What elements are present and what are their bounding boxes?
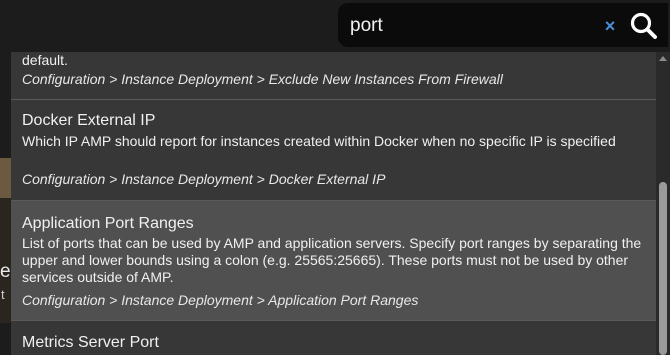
result-item-highlighted[interactable]: Application Port Ranges List of ports th… [11, 201, 656, 321]
search-icon [630, 12, 657, 39]
scroll-up-arrow-icon[interactable] [659, 56, 667, 61]
result-description: List of ports that can be used by AMP an… [22, 235, 642, 285]
search-button[interactable] [628, 10, 660, 42]
result-title: Docker External IP [22, 112, 156, 129]
result-item[interactable]: default. Configuration > Instance Deploy… [11, 52, 656, 100]
scrollbar-thumb[interactable] [659, 182, 667, 355]
search-bar: × [338, 3, 668, 47]
clear-search-button[interactable]: × [600, 15, 620, 37]
result-path: Configuration > Instance Deployment > Ex… [22, 71, 503, 87]
background-text-fragment: e [0, 261, 11, 282]
result-item[interactable]: Metrics Server Port [11, 321, 656, 355]
search-input[interactable] [350, 13, 590, 39]
search-results-dropdown: default. Configuration > Instance Deploy… [11, 52, 656, 355]
result-description: default. [22, 52, 68, 68]
result-title: Application Port Ranges [22, 215, 194, 232]
background-text-fragment-small: t [1, 287, 5, 302]
background-panel-fragment [0, 158, 11, 198]
result-description: Which IP AMP should report for instances… [22, 133, 616, 149]
result-path: Configuration > Instance Deployment > Ap… [22, 292, 419, 308]
result-item[interactable]: Docker External IP Which IP AMP should r… [11, 100, 656, 201]
result-title: Metrics Server Port [22, 334, 159, 351]
result-path: Configuration > Instance Deployment > Do… [22, 171, 386, 187]
results-scrollbar[interactable] [656, 52, 670, 355]
